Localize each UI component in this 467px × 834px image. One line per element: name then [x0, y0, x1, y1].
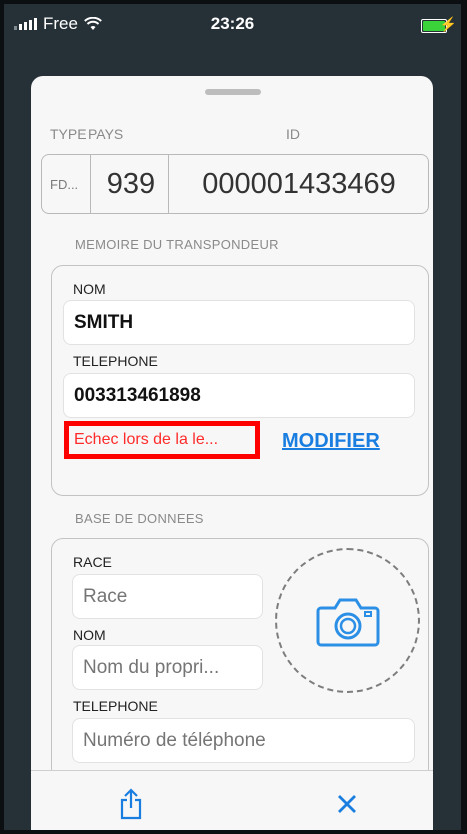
owner-phone-input[interactable]	[72, 718, 415, 763]
transponder-section-title: MEMOIRE DU TRANSPONDEUR	[75, 237, 279, 252]
bottom-toolbar	[31, 770, 433, 830]
modify-button[interactable]: MODIFIER	[282, 430, 380, 453]
status-time: 23:26	[210, 14, 255, 33]
share-button[interactable]	[113, 786, 149, 822]
id-value: 000001433469	[202, 167, 396, 200]
drag-handle[interactable]	[205, 89, 261, 95]
owner-phone-label: TELEPHONE	[73, 698, 158, 714]
type-value: FD...	[50, 176, 79, 192]
detail-card: TYPE PAYS ID FD... 939 000001433469 MEMO…	[31, 76, 433, 830]
country-value: 939	[106, 167, 156, 200]
status-bar: Free 23:26 ⚡	[4, 4, 461, 44]
owner-name-label: NOM	[73, 627, 106, 643]
type-header: TYPE	[50, 126, 87, 142]
owner-name-input[interactable]	[72, 645, 263, 690]
breed-input[interactable]	[72, 574, 263, 619]
camera-icon	[316, 598, 379, 646]
photo-button[interactable]	[275, 548, 420, 693]
app-screen: Free 23:26 ⚡ TYPE PAYS ID FD... 939 0000…	[4, 4, 461, 830]
close-button[interactable]	[329, 786, 365, 822]
breed-label: RACE	[73, 554, 112, 570]
database-section-title: BASE DE DONNEES	[75, 511, 204, 526]
name-field[interactable]: SMITH	[63, 300, 415, 345]
phone-field[interactable]: 003313461898	[63, 373, 415, 418]
phone-label: TELEPHONE	[73, 353, 158, 369]
close-icon	[338, 795, 356, 813]
read-error-message: Echec lors de la le...	[64, 421, 260, 459]
identifier-box: FD... 939 000001433469	[41, 154, 429, 214]
id-header: ID	[286, 126, 300, 142]
share-icon	[120, 788, 142, 820]
country-header: PAYS	[88, 126, 124, 142]
name-label: NOM	[73, 281, 106, 297]
charging-icon: ⚡	[439, 16, 457, 32]
